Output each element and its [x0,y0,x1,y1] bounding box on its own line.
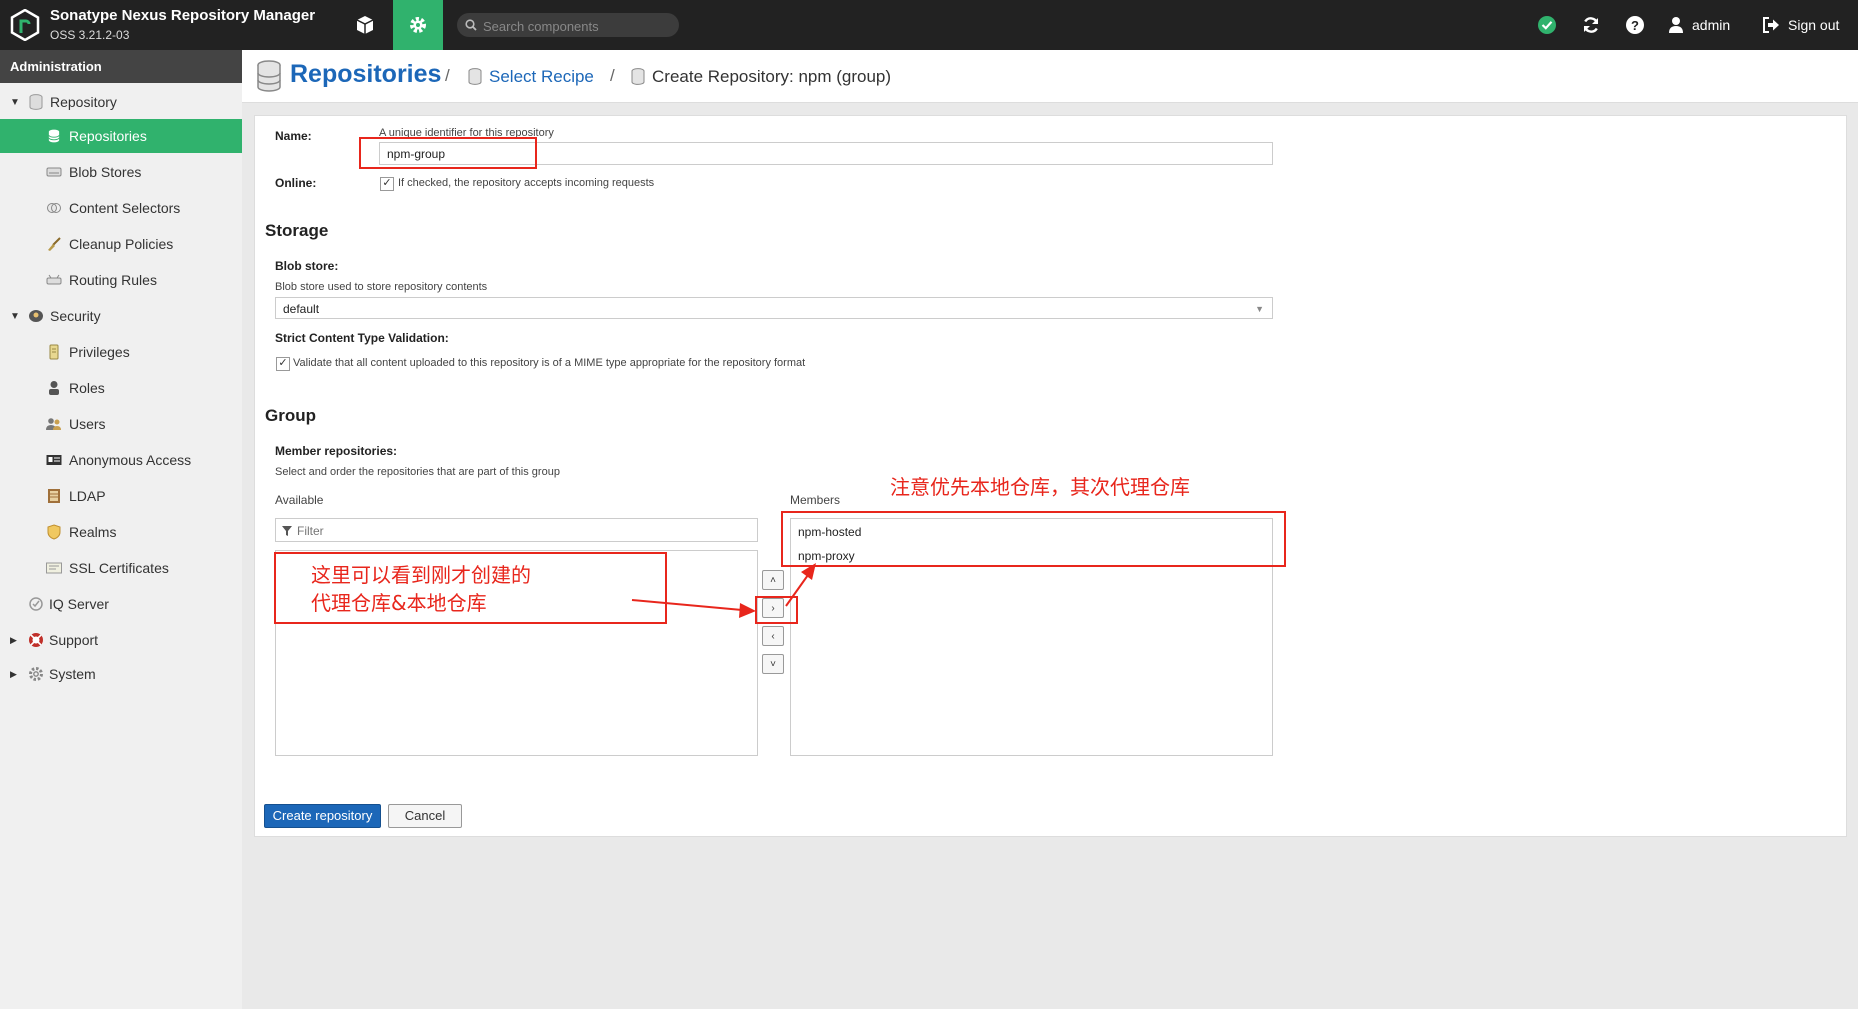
arrow-head [739,603,756,618]
arrow-head [801,563,816,580]
arrow-to-members [785,574,809,607]
annotation-arrows [631,563,816,618]
arrow-to-add-button [631,599,743,611]
